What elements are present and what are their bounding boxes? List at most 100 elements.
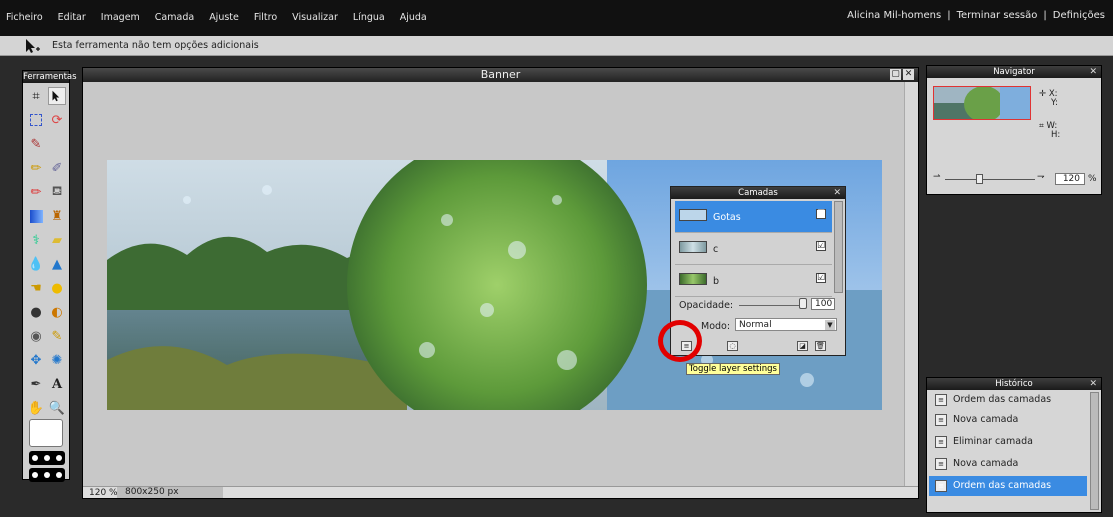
color-swatch[interactable] <box>29 419 63 447</box>
layer-visibility-checkbox[interactable]: ☑ <box>816 209 826 219</box>
h-label: H: <box>1051 130 1061 140</box>
menu-ficheiro[interactable]: Ficheiro <box>6 12 43 23</box>
sponge-icon[interactable]: ● <box>48 279 66 297</box>
hand-icon[interactable]: ✋ <box>27 399 45 417</box>
move-tool-icon <box>26 39 40 53</box>
zoom-slider-handle[interactable] <box>976 174 983 184</box>
highlight-ring <box>658 320 702 362</box>
history-item[interactable]: ≡ Nova camada <box>929 454 1087 474</box>
new-layer-icon[interactable]: ◪ <box>797 341 808 351</box>
chevron-down-icon: ▼ <box>825 320 835 330</box>
history-item-label: Nova camada <box>953 458 1019 469</box>
close-icon[interactable]: ✕ <box>1089 66 1097 78</box>
move-icon[interactable] <box>48 87 66 105</box>
history-item[interactable]: ≡ Nova camada <box>929 410 1087 430</box>
tooltip: Toggle layer settings <box>686 363 780 375</box>
eraser-icon[interactable]: ✏ <box>27 183 45 201</box>
layer-thumbnail <box>679 241 707 253</box>
blend-mode-select[interactable]: Normal ▼ <box>735 318 837 331</box>
wand-icon[interactable]: ✎ <box>27 135 45 153</box>
history-item[interactable]: ≡ Eliminar camada <box>929 432 1087 452</box>
layer-row[interactable]: b ☑ <box>675 265 832 297</box>
layer-thumbnail <box>679 209 707 221</box>
y-label: Y: <box>1051 98 1058 108</box>
layer-visibility-checkbox[interactable]: ☑ <box>816 273 826 283</box>
document-status-bar: 120 % 800x250 px <box>83 486 918 498</box>
heal-icon[interactable]: ⚕ <box>27 231 45 249</box>
logout-link[interactable]: Terminar sessão <box>957 10 1038 21</box>
layers-title: Camadas <box>738 188 778 198</box>
pinch-icon[interactable]: ✥ <box>27 351 45 369</box>
dodge-icon[interactable]: ● <box>27 303 45 321</box>
navigator-thumbnail[interactable] <box>933 86 1031 120</box>
zoom-icon[interactable]: 🔍 <box>48 399 66 417</box>
picker-icon[interactable]: ✒ <box>27 375 45 393</box>
zoom-in-icon[interactable]: ⇁ <box>1037 172 1045 182</box>
pencil-icon[interactable]: ✏ <box>27 159 45 177</box>
menu-ajuda[interactable]: Ajuda <box>400 12 427 23</box>
menu-editar[interactable]: Editar <box>58 12 86 23</box>
vertical-scrollbar[interactable] <box>904 82 918 486</box>
blend-mode-value: Normal <box>739 320 772 330</box>
settings-link[interactable]: Definições <box>1053 10 1105 21</box>
navigator-title: Navigator <box>993 67 1035 77</box>
menu-imagem[interactable]: Imagem <box>101 12 140 23</box>
opacity-slider-handle[interactable] <box>799 298 807 309</box>
history-item[interactable]: ≡ Ordem das camadas <box>929 390 1087 410</box>
zoom-input[interactable]: 120 <box>1055 173 1085 185</box>
layer-name: b <box>713 276 720 287</box>
crop-icon[interactable]: ⌗ <box>27 87 45 105</box>
layer-row[interactable]: Gotas ☑ <box>675 201 832 233</box>
tool-options-bar: Esta ferramenta não tem opções adicionai… <box>0 36 1113 56</box>
menu-visualizar[interactable]: Visualizar <box>292 12 338 23</box>
burn-icon[interactable]: ◐ <box>48 303 66 321</box>
opacity-input[interactable]: 100 <box>811 298 835 310</box>
menu-ajuste[interactable]: Ajuste <box>209 12 239 23</box>
zoom-unit: % <box>1088 174 1097 184</box>
menu-camada[interactable]: Camada <box>155 12 194 23</box>
trash-icon[interactable]: 🗑 <box>815 341 826 351</box>
layer-mask-icon[interactable]: ◌ <box>727 341 738 351</box>
history-panel: Histórico ✕ ≡ Ordem das camadas ≡ Nova c… <box>926 377 1102 513</box>
patch-icon[interactable]: ▰ <box>48 231 66 249</box>
image-size-readout: 800x250 px <box>117 487 223 498</box>
layer-row[interactable]: c ☑ <box>675 233 832 265</box>
smudge-icon[interactable]: ☚ <box>27 279 45 297</box>
redeye-icon[interactable]: ◉ <box>27 327 45 345</box>
close-icon[interactable]: ✕ <box>833 187 841 199</box>
brush-icon[interactable]: ✐ <box>48 159 66 177</box>
lasso-icon[interactable]: ⟳ <box>48 111 66 129</box>
blur-icon[interactable]: 💧 <box>27 255 45 273</box>
zoom-slider-track[interactable] <box>945 179 1035 180</box>
history-item[interactable]: ≡ Ordem das camadas <box>929 476 1087 496</box>
menu-bar: Ficheiro Editar Imagem Camada Ajuste Fil… <box>0 0 1113 36</box>
stamp-icon[interactable]: ♜ <box>48 207 66 225</box>
palette-dots-icon[interactable] <box>29 451 65 465</box>
separator: | <box>1043 10 1047 21</box>
palette-dots-icon[interactable] <box>29 468 65 482</box>
colorreplace-icon[interactable]: ✎ <box>48 327 66 345</box>
type-icon[interactable]: A <box>48 375 66 393</box>
tools-panel: Ferramentas ⌗ ⟳ ✎ ✏ ✐ ✏ ⛾ ♜ ⚕ ▰ 💧 ▲ ☚ ● … <box>22 70 77 482</box>
sharpen-icon[interactable]: ▲ <box>48 255 66 273</box>
navigator-title-bar[interactable]: Navigator ✕ <box>927 66 1101 78</box>
user-name-link[interactable]: Alicina Mil-homens <box>847 10 941 21</box>
history-scrollbar[interactable] <box>1090 392 1099 510</box>
gradient-icon[interactable] <box>27 207 45 225</box>
layers-scrollbar[interactable] <box>834 201 843 293</box>
close-icon[interactable]: ✕ <box>903 69 914 80</box>
document-title-bar[interactable]: Banner ▢ ✕ <box>83 68 918 82</box>
menu-lingua[interactable]: Língua <box>353 12 385 23</box>
zoom-out-icon[interactable]: ⇀ <box>933 172 941 182</box>
bloat-icon[interactable]: ✺ <box>48 351 66 369</box>
separator: | <box>947 10 951 21</box>
bucket-icon[interactable]: ⛾ <box>48 183 66 201</box>
maximize-icon[interactable]: ▢ <box>890 69 901 80</box>
layers-panel-title[interactable]: Camadas ✕ <box>671 187 845 199</box>
close-icon[interactable]: ✕ <box>1089 378 1097 390</box>
layer-visibility-checkbox[interactable]: ☑ <box>816 241 826 251</box>
opacity-slider-track[interactable] <box>739 305 803 306</box>
marquee-icon[interactable] <box>27 111 45 129</box>
menu-filtro[interactable]: Filtro <box>254 12 277 23</box>
history-title-bar[interactable]: Histórico ✕ <box>927 378 1101 390</box>
